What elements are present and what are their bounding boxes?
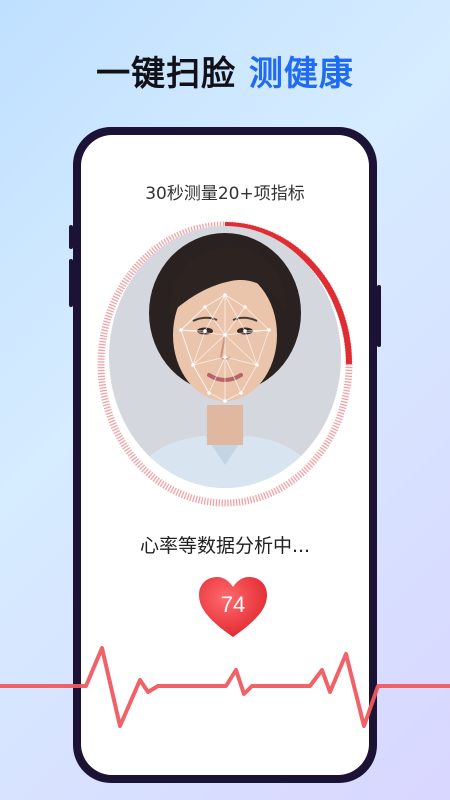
face-scan-area	[97, 221, 353, 507]
ecg-waveform	[0, 646, 450, 728]
phone-button-left-1	[69, 225, 73, 249]
heart-rate-value: 74	[220, 592, 246, 617]
phone-button-right	[377, 285, 381, 347]
headline-part1: 一键扫脸	[96, 54, 237, 94]
headline: 一键扫脸 测健康	[0, 46, 450, 95]
phone-button-left-2	[69, 259, 73, 307]
analysis-status: 心率等数据分析中...	[139, 535, 311, 557]
headline-part2: 测健康	[248, 54, 354, 94]
